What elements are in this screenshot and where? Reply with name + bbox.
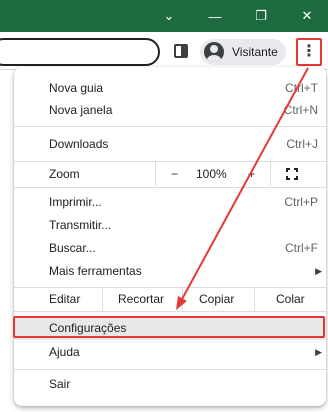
zoom-divider <box>155 162 156 186</box>
close-icon: ✕ <box>301 8 313 23</box>
avatar-icon <box>204 42 224 62</box>
paste-button[interactable]: Colar <box>276 287 305 311</box>
shortcut-label: Ctrl+P <box>284 195 318 209</box>
menu-item-find[interactable]: Buscar... Ctrl+F <box>14 236 326 260</box>
edit-divider <box>254 287 255 311</box>
menu-item-label: Nova janela <box>49 103 113 117</box>
menu-item-zoom: Zoom − 100% + <box>14 162 326 186</box>
close-window-button[interactable]: ✕ <box>284 0 328 32</box>
shortcut-label: Ctrl+F <box>285 241 318 255</box>
menu-item-help[interactable]: Ajuda ▶ <box>14 340 326 364</box>
zoom-in-button[interactable]: + <box>248 162 255 186</box>
zoom-out-button[interactable]: − <box>171 162 178 186</box>
menu-item-label: Editar <box>49 292 81 306</box>
fullscreen-icon[interactable] <box>286 168 298 180</box>
menu-button[interactable]: ⋮ <box>296 38 322 66</box>
menu-item-cast[interactable]: Transmitir... <box>14 213 326 237</box>
restore-icon: ❐ <box>255 8 267 23</box>
minimize-button[interactable]: — <box>192 0 238 32</box>
zoom-level: 100% <box>196 167 227 181</box>
menu-item-exit[interactable]: Sair <box>14 372 326 396</box>
menu-item-label: Nova guia <box>49 81 104 95</box>
plus-icon: + <box>248 167 256 181</box>
menu-item-new-window[interactable]: Nova janela Ctrl+N <box>14 98 326 122</box>
chrome-menu: Nova guia Ctrl+T Nova janela Ctrl+N Down… <box>14 67 326 406</box>
shortcut-label: Ctrl+N <box>283 103 318 117</box>
menu-item-label: Downloads <box>49 137 109 151</box>
submenu-arrow-icon: ▶ <box>315 265 322 276</box>
menu-item-downloads[interactable]: Downloads Ctrl+J <box>14 132 326 156</box>
menu-item-label: Transmitir... <box>49 218 112 232</box>
side-panel-icon[interactable] <box>174 44 188 58</box>
chevron-down-icon: ⌄ <box>163 8 175 23</box>
more-vert-icon: ⋮ <box>301 43 317 60</box>
profile-label: Visitante <box>232 45 278 59</box>
shortcut-label: Ctrl+J <box>286 137 318 151</box>
menu-divider <box>14 187 326 188</box>
menu-item-more-tools[interactable]: Mais ferramentas ▶ <box>14 259 326 283</box>
browser-toolbar: Visitante ⋮ <box>0 32 328 70</box>
menu-divider <box>14 126 326 127</box>
menu-item-settings[interactable]: Configurações <box>14 316 326 340</box>
menu-item-label: Zoom <box>49 167 80 181</box>
zoom-divider <box>270 162 271 186</box>
menu-item-label: Mais ferramentas <box>49 264 142 278</box>
menu-item-label: Ajuda <box>49 345 80 359</box>
menu-item-label: Sair <box>49 377 71 391</box>
menu-divider <box>14 311 326 312</box>
menu-item-new-tab[interactable]: Nova guia Ctrl+T <box>14 76 326 100</box>
menu-item-label: Buscar... <box>49 241 96 255</box>
tab-search-icon[interactable]: ⌄ <box>146 0 192 32</box>
edit-divider <box>182 287 183 311</box>
address-bar[interactable] <box>0 38 160 66</box>
menu-item-label: Configurações <box>49 321 127 335</box>
edit-divider <box>102 287 103 311</box>
submenu-arrow-icon: ▶ <box>315 346 322 357</box>
cut-button[interactable]: Recortar <box>118 287 164 311</box>
copy-button[interactable]: Copiar <box>199 287 234 311</box>
menu-divider <box>14 369 326 370</box>
shortcut-label: Ctrl+T <box>285 81 318 95</box>
restore-button[interactable]: ❐ <box>238 0 284 32</box>
minimize-icon: — <box>208 8 222 24</box>
title-bar: ⌄ — ❐ ✕ <box>0 0 328 32</box>
profile-button[interactable]: Visitante <box>200 39 286 65</box>
menu-item-label: Imprimir... <box>49 195 102 209</box>
minus-icon: − <box>171 167 179 181</box>
menu-item-print[interactable]: Imprimir... Ctrl+P <box>14 190 326 214</box>
menu-item-edit: Editar Recortar Copiar Colar <box>14 287 326 311</box>
